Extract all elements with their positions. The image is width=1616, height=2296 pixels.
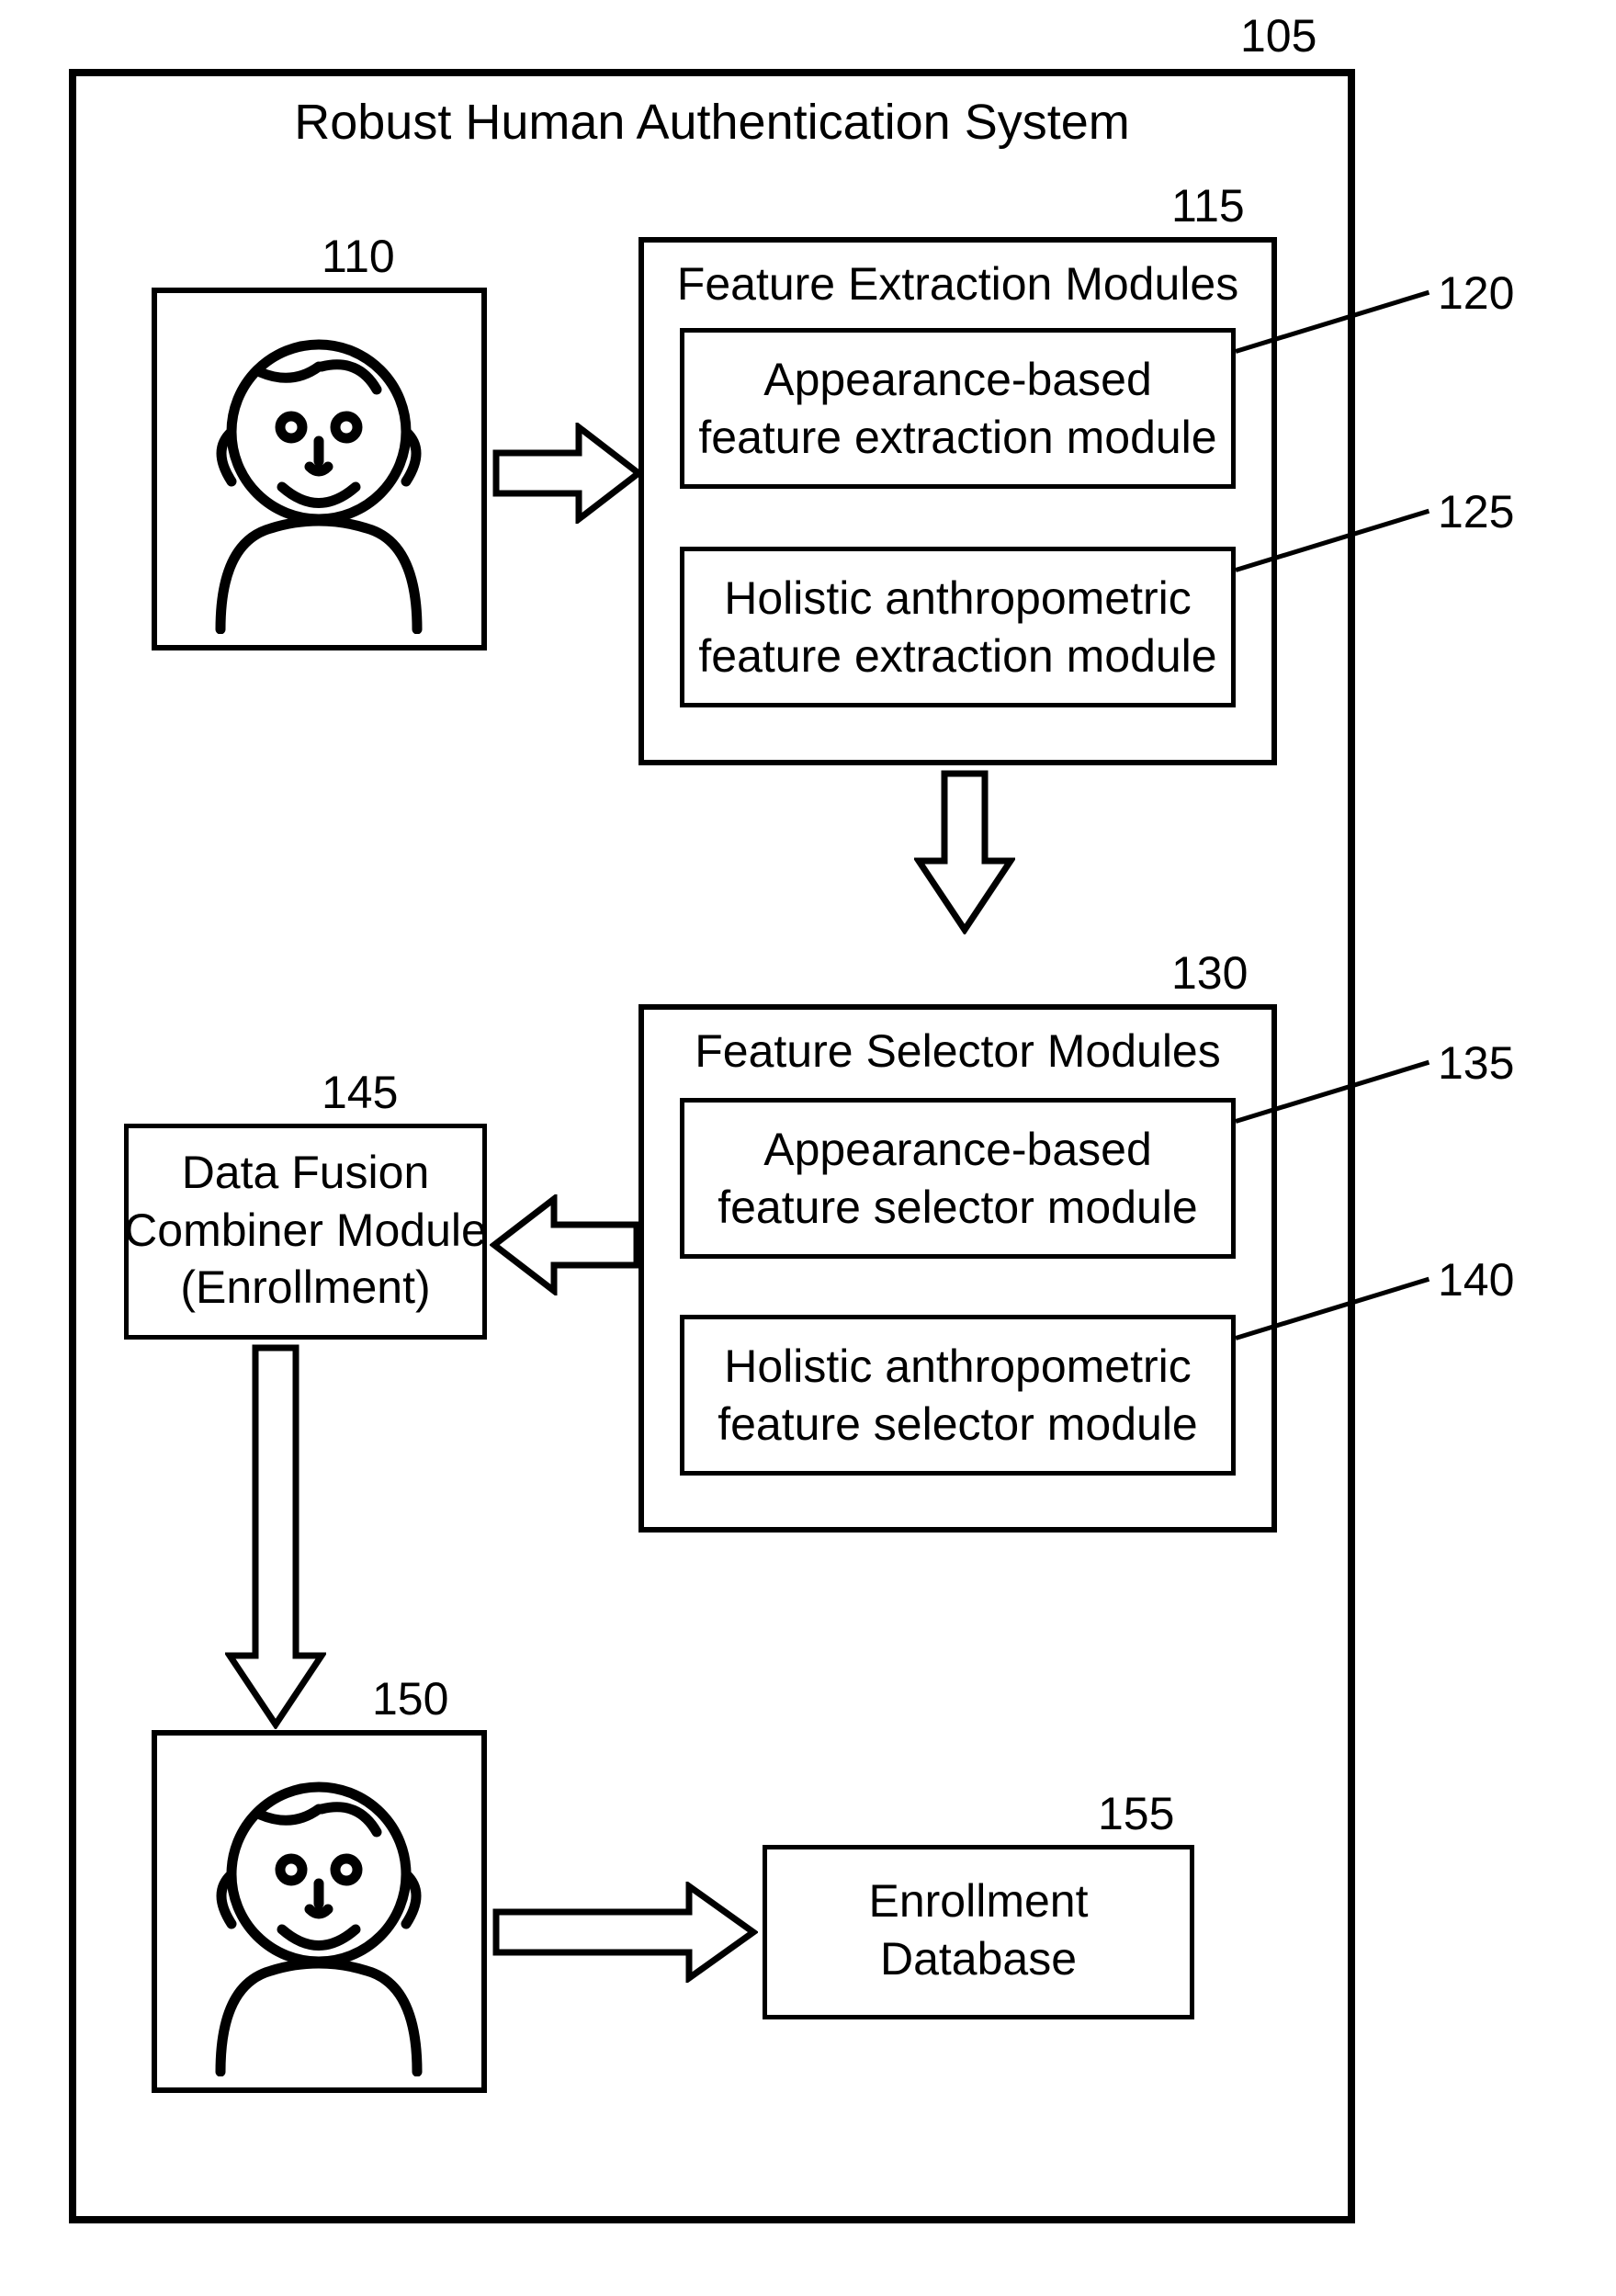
arrow-right-2 — [492, 1882, 758, 1983]
face-icon-1 — [188, 322, 450, 634]
ref-num-135: 135 — [1438, 1036, 1514, 1090]
arrow-down-1 — [914, 769, 1015, 934]
appearance-selector-label: Appearance-based feature selector module — [680, 1121, 1236, 1236]
ref-num-140: 140 — [1438, 1253, 1514, 1306]
main-title: Robust Human Authentication System — [69, 92, 1355, 154]
data-fusion-label: Data Fusion Combiner Module (Enrollment) — [124, 1144, 487, 1317]
ref-num-115: 115 — [1171, 179, 1245, 232]
arrow-down-2 — [225, 1343, 326, 1729]
ref-num-110: 110 — [322, 230, 395, 283]
holistic-selector-label: Holistic anthropometric feature selector… — [680, 1338, 1236, 1453]
diagram-canvas: 105 Robust Human Authentication System 1… — [0, 0, 1616, 2296]
ref-num-105: 105 — [1240, 9, 1317, 62]
ref-num-120: 120 — [1438, 266, 1514, 320]
arrow-left-1 — [490, 1194, 641, 1295]
arrow-right-1 — [492, 423, 643, 524]
ref-num-145: 145 — [322, 1066, 398, 1119]
appearance-extraction-label: Appearance-based feature extraction modu… — [680, 351, 1236, 466]
ref-num-130: 130 — [1171, 946, 1248, 1000]
feature-selector-title: Feature Selector Modules — [638, 1023, 1277, 1080]
feature-extraction-title: Feature Extraction Modules — [638, 255, 1277, 313]
enrollment-db-label: Enrollment Database — [763, 1872, 1194, 1987]
ref-num-150: 150 — [372, 1672, 448, 1725]
face-icon-2 — [188, 1764, 450, 2076]
ref-num-125: 125 — [1438, 485, 1514, 538]
holistic-extraction-label: Holistic anthropometric feature extracti… — [680, 570, 1236, 684]
ref-num-155: 155 — [1098, 1787, 1174, 1840]
